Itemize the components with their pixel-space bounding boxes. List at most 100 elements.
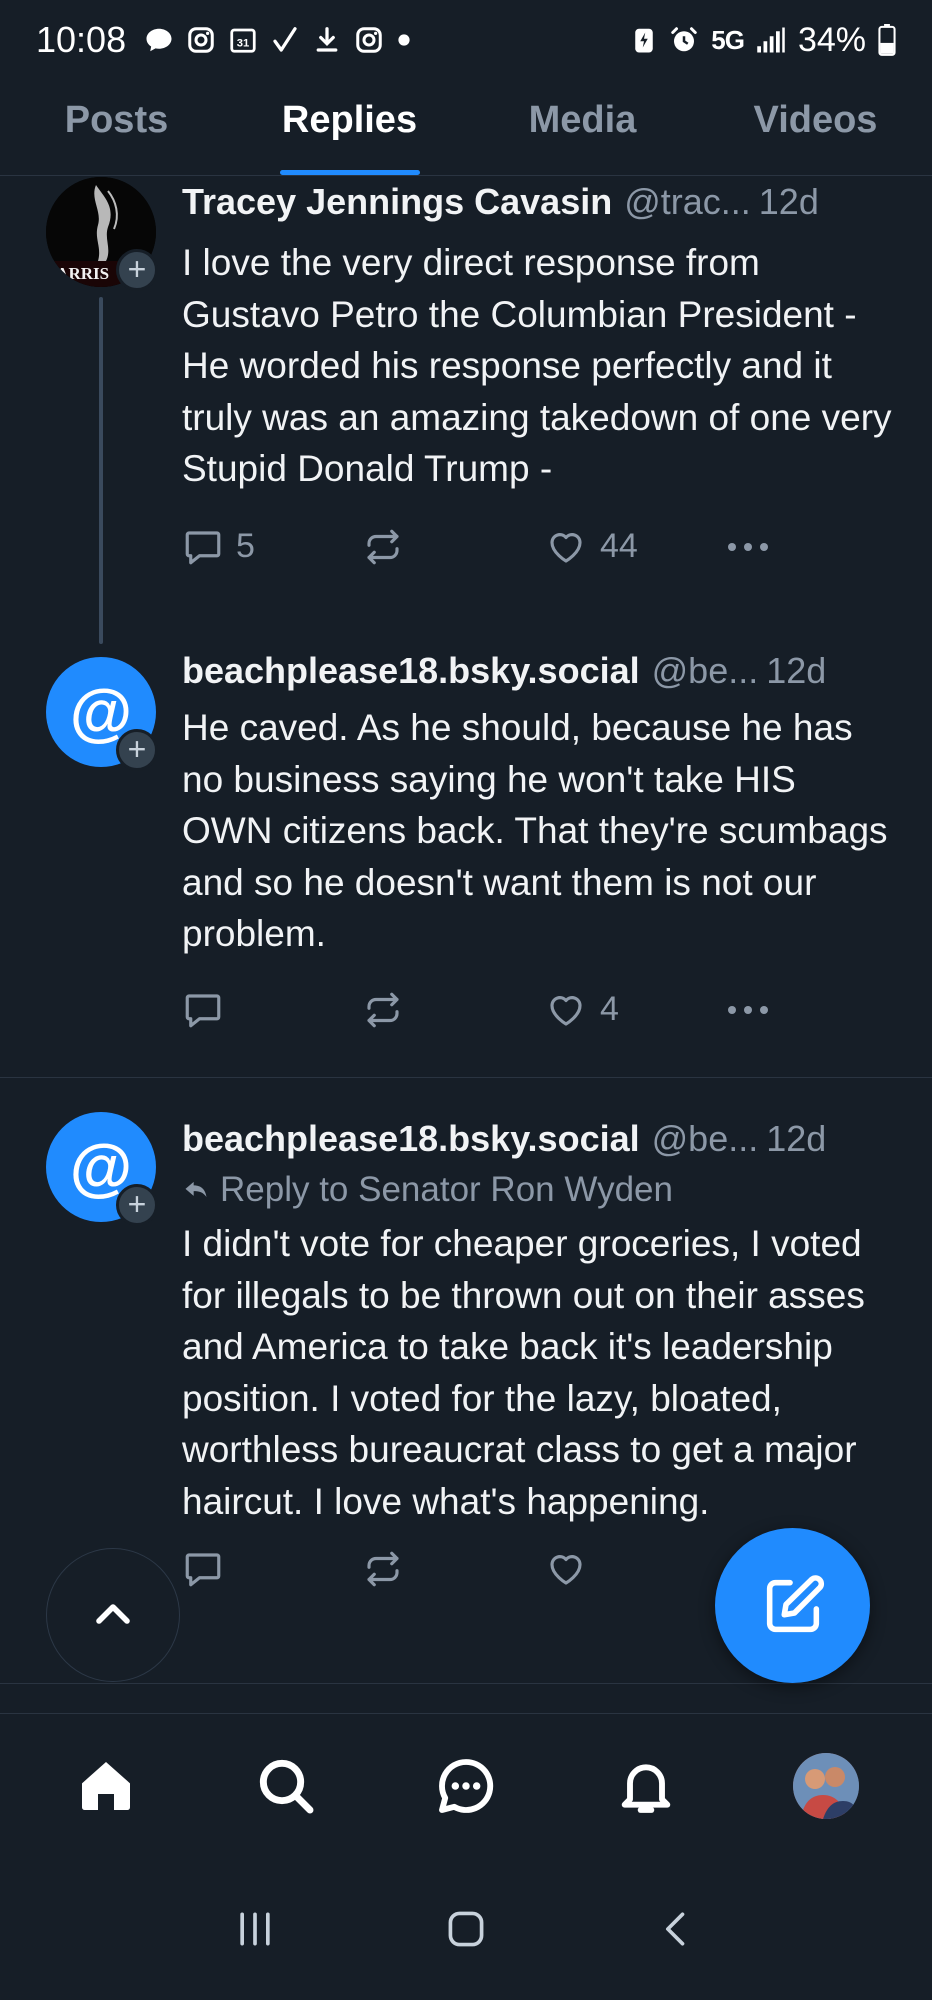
- tab-videos[interactable]: Videos: [699, 80, 932, 175]
- like-button[interactable]: 44: [544, 526, 724, 568]
- post-actions: 5 44: [182, 509, 896, 585]
- signal-strength-icon: [756, 26, 786, 54]
- bell-icon: [621, 1763, 671, 1813]
- tab-posts-label: Posts: [64, 99, 169, 141]
- like-button[interactable]: 4: [544, 989, 724, 1031]
- speech-bubble-icon: [185, 530, 221, 564]
- more-options-button[interactable]: [724, 537, 784, 557]
- bottom-navigation: [0, 1713, 932, 1857]
- speech-bubble-icon: [185, 993, 221, 1027]
- author-name[interactable]: beachplease18.bsky.social: [182, 1114, 640, 1164]
- heart-icon: [550, 1555, 582, 1585]
- more-options-button[interactable]: [724, 1000, 784, 1020]
- tab-replies-label: Replies: [281, 99, 418, 141]
- calendar-notification-icon: 31: [228, 25, 258, 55]
- avatar-text: HARRIS: [46, 264, 109, 283]
- nav-home[interactable]: [51, 1731, 161, 1841]
- compose-icon: [766, 1574, 824, 1632]
- home-square-icon: [448, 1911, 484, 1946]
- reply-to-text: Reply to Senator Ron Wyden: [220, 1170, 673, 1209]
- like-count: 44: [600, 527, 638, 565]
- author-handle[interactable]: @be...: [652, 646, 759, 696]
- chevron-up-icon: [96, 1604, 130, 1624]
- reply-count: 5: [236, 527, 255, 565]
- profile-avatar: [793, 1752, 859, 1819]
- home-icon: [82, 1761, 130, 1810]
- replies-feed: HARRIS + Tracey Jennings Cavasin @trac..…: [0, 177, 932, 1684]
- repost-icon: [367, 1551, 399, 1587]
- reply-button[interactable]: 5: [182, 526, 362, 568]
- speech-bubble-icon: [185, 1553, 221, 1587]
- compose-post-button[interactable]: [715, 1528, 870, 1683]
- alarm-icon: [669, 25, 699, 55]
- ellipsis-icon: [728, 1005, 768, 1014]
- post-time: 12d: [758, 181, 819, 222]
- svg-text:31: 31: [237, 37, 250, 49]
- more-notifications-dot-icon: [396, 32, 412, 48]
- follow-plus-badge[interactable]: +: [116, 729, 158, 771]
- author-handle[interactable]: @be...: [652, 1114, 759, 1164]
- post-actions: 4: [182, 972, 896, 1048]
- tab-posts[interactable]: Posts: [0, 80, 233, 175]
- network-type: 5G: [711, 24, 745, 55]
- scroll-to-top-button[interactable]: [46, 1548, 180, 1682]
- post-time: 12d: [766, 1118, 827, 1159]
- repost-button[interactable]: [362, 989, 544, 1031]
- back-chevron-icon: [665, 1912, 684, 1945]
- author-avatar[interactable]: HARRIS +: [46, 177, 158, 291]
- nav-profile[interactable]: [771, 1731, 881, 1841]
- active-tab-indicator: [279, 170, 420, 175]
- thread-line: [99, 297, 103, 644]
- recent-apps-icon: [240, 1912, 270, 1945]
- system-navigation: [0, 1857, 932, 2000]
- recent-apps-button[interactable]: [215, 1889, 295, 1969]
- post-time: 12d: [766, 650, 827, 691]
- reply-button[interactable]: [182, 989, 362, 1031]
- repost-button[interactable]: [362, 526, 544, 568]
- back-button[interactable]: [637, 1889, 717, 1969]
- like-count: 4: [600, 990, 619, 1028]
- author-name[interactable]: beachplease18.bsky.social: [182, 646, 640, 696]
- post-text: I love the very direct response from Gus…: [182, 242, 892, 489]
- feed-post[interactable]: HARRIS + Tracey Jennings Cavasin @trac..…: [0, 177, 932, 644]
- heart-icon: [550, 532, 582, 563]
- home-system-button[interactable]: [426, 1889, 506, 1969]
- status-right: 5G 34%: [631, 21, 896, 60]
- status-time: 10:08: [36, 19, 127, 60]
- follow-plus-badge[interactable]: +: [116, 1184, 158, 1226]
- author-name[interactable]: Tracey Jennings Cavasin: [182, 177, 612, 227]
- repost-icon: [367, 529, 399, 564]
- reply-arrow-icon: [185, 1181, 207, 1197]
- like-button[interactable]: [544, 1548, 724, 1590]
- author-handle[interactable]: @trac...: [624, 177, 751, 227]
- feed-post[interactable]: @ + beachplease18.bsky.social @be... 12d…: [0, 644, 932, 1077]
- tab-videos-label: Videos: [753, 99, 878, 141]
- nav-search[interactable]: [231, 1731, 341, 1841]
- repost-button[interactable]: [362, 1548, 544, 1590]
- profile-tabs: Posts Replies Media Videos: [0, 80, 932, 176]
- nav-notifications[interactable]: [591, 1731, 701, 1841]
- battery-percent: 34%: [797, 20, 866, 59]
- tab-media[interactable]: Media: [466, 80, 699, 175]
- status-left: 10:08 31: [36, 19, 412, 61]
- reply-button[interactable]: [182, 1548, 362, 1590]
- post-meta: Tracey Jennings Cavasin @trac... 12d: [182, 177, 896, 227]
- status-bar: 10:08 31 5G 34%: [0, 0, 932, 80]
- chat-icon: [439, 1758, 494, 1813]
- post-text: He caved. As he should, because he has n…: [182, 707, 888, 954]
- instagram-notification-icon: [186, 25, 216, 55]
- chat-notification-icon: [144, 25, 174, 55]
- instagram-notification-icon-2: [354, 25, 384, 55]
- author-avatar[interactable]: @ +: [46, 657, 158, 771]
- tab-replies[interactable]: Replies: [233, 80, 466, 175]
- reply-to-indicator[interactable]: Reply to Senator Ron Wyden: [182, 1164, 896, 1216]
- author-avatar[interactable]: @ +: [46, 1112, 158, 1226]
- battery-saver-icon: [631, 25, 657, 55]
- post-meta: beachplease18.bsky.social @be... 12d: [182, 1114, 896, 1164]
- follow-plus-badge[interactable]: +: [116, 249, 158, 291]
- download-notification-icon: [312, 25, 342, 55]
- search-icon: [259, 1759, 314, 1813]
- post-meta: beachplease18.bsky.social @be... 12d: [182, 646, 896, 696]
- nav-chat[interactable]: [411, 1731, 521, 1841]
- battery-icon: [878, 24, 896, 56]
